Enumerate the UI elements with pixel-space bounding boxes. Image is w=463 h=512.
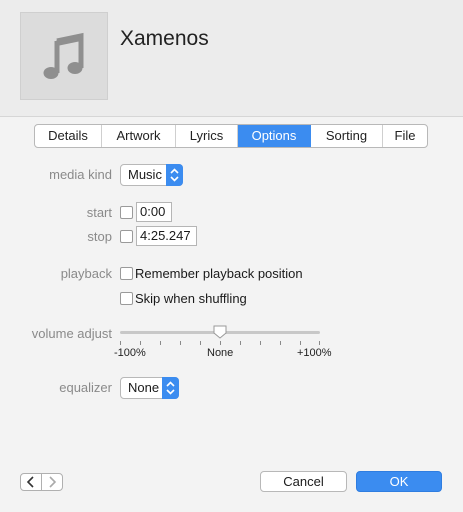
slider-tick: [140, 341, 141, 345]
slider-tick: [220, 341, 221, 345]
volume-slider-thumb[interactable]: [213, 325, 227, 339]
tab-details[interactable]: Details: [35, 125, 102, 147]
stop-label: stop: [87, 229, 112, 244]
slider-tick: [120, 341, 121, 345]
playback-label: playback: [60, 266, 112, 281]
slider-tick: [180, 341, 181, 345]
slider-tick: [319, 341, 320, 345]
cancel-button[interactable]: Cancel: [260, 471, 347, 492]
chevron-left-icon: [26, 476, 34, 488]
equalizer-select[interactable]: None: [120, 377, 179, 399]
media-kind-label: media kind: [49, 167, 112, 182]
chevron-right-icon: [49, 476, 57, 488]
volume-min-label: -100%: [114, 347, 146, 359]
tab-sorting[interactable]: Sorting: [311, 125, 383, 147]
start-time-field[interactable]: 0:00: [136, 202, 172, 222]
stop-time-field[interactable]: 4:25.247: [136, 226, 197, 246]
next-item-button[interactable]: [41, 473, 63, 491]
volume-mid-label: None: [207, 347, 234, 359]
skip-shuffling-checkbox[interactable]: [120, 292, 133, 305]
previous-item-button[interactable]: [20, 473, 42, 491]
remember-position-checkbox[interactable]: [120, 267, 133, 280]
album-artwork[interactable]: [20, 12, 108, 100]
tab-file[interactable]: File: [383, 125, 427, 147]
equalizer-label: equalizer: [59, 380, 112, 395]
slider-tick: [280, 341, 281, 345]
popup-arrows-icon: [166, 164, 183, 186]
remember-position-label[interactable]: Remember playback position: [135, 266, 303, 281]
slider-tick: [260, 341, 261, 345]
media-kind-select[interactable]: Music: [120, 164, 183, 186]
slider-tick: [160, 341, 161, 345]
track-title: Xamenos: [120, 27, 209, 50]
equalizer-value: None: [128, 380, 160, 395]
ok-button[interactable]: OK: [356, 471, 442, 492]
slider-tick: [300, 341, 301, 345]
start-checkbox[interactable]: [120, 206, 133, 219]
tab-artwork[interactable]: Artwork: [102, 125, 176, 147]
volume-adjust-label: volume adjust: [31, 326, 112, 341]
slider-tick: [200, 341, 201, 345]
tab-lyrics[interactable]: Lyrics: [176, 125, 238, 147]
popup-arrows-icon: [162, 377, 179, 399]
header: Xamenos: [0, 0, 463, 117]
skip-shuffling-label[interactable]: Skip when shuffling: [135, 291, 247, 306]
slider-tick: [240, 341, 241, 345]
start-label: start: [86, 205, 112, 220]
tab-options[interactable]: Options: [238, 125, 311, 147]
stop-checkbox[interactable]: [120, 230, 133, 243]
media-kind-value: Music: [128, 167, 162, 182]
music-note-icon: [43, 32, 84, 79]
volume-max-label: +100%: [297, 347, 332, 359]
tab-bar: Details Artwork Lyrics Options Sorting F…: [34, 124, 428, 148]
